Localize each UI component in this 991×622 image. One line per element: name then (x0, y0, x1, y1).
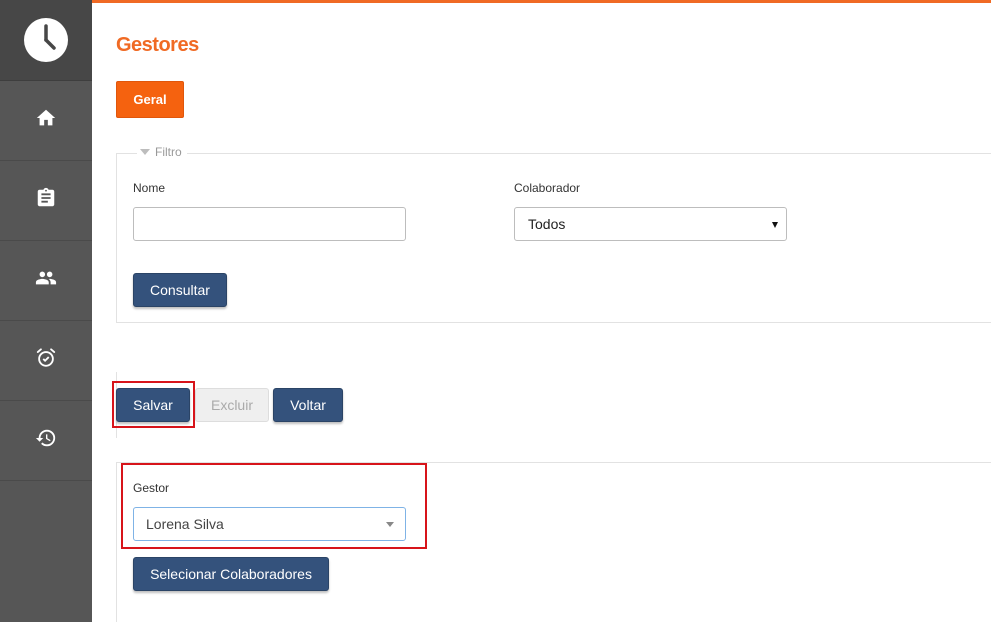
sidebar-item-history[interactable] (0, 401, 92, 481)
filter-legend[interactable]: Filtro (137, 145, 187, 159)
sidebar-item-people[interactable] (0, 241, 92, 321)
people-icon (35, 267, 57, 294)
colaborador-select-value: Todos (528, 216, 566, 232)
page-title: Gestores (116, 34, 199, 56)
nome-input[interactable] (133, 207, 406, 241)
excluir-button[interactable]: Excluir (195, 388, 269, 422)
history-icon (35, 427, 57, 454)
consultar-button[interactable]: Consultar (133, 273, 227, 307)
home-icon (35, 107, 57, 134)
tab-geral[interactable]: Geral (116, 81, 184, 118)
logo-area[interactable] (0, 0, 92, 81)
caret-down-icon (140, 149, 150, 155)
sidebar (0, 0, 92, 622)
filter-legend-label: Filtro (155, 145, 182, 159)
dropdown-arrow-icon (772, 222, 778, 228)
form-border-left (116, 462, 117, 622)
sidebar-item-clipboard[interactable] (0, 161, 92, 241)
top-accent-bar (0, 0, 991, 3)
sidebar-item-alarm[interactable] (0, 321, 92, 401)
clipboard-icon (35, 187, 57, 214)
sidebar-item-home[interactable] (0, 81, 92, 161)
salvar-highlight-box (112, 381, 195, 428)
selecionar-colaboradores-button[interactable]: Selecionar Colaboradores (133, 557, 329, 591)
gestor-highlight-box (121, 463, 427, 549)
clock-icon (24, 18, 68, 62)
nome-label: Nome (133, 181, 166, 195)
alarm-clock-icon (35, 347, 57, 374)
colaborador-select[interactable]: Todos (514, 207, 787, 241)
voltar-button[interactable]: Voltar (273, 388, 343, 422)
colaborador-label: Colaborador (514, 181, 581, 195)
